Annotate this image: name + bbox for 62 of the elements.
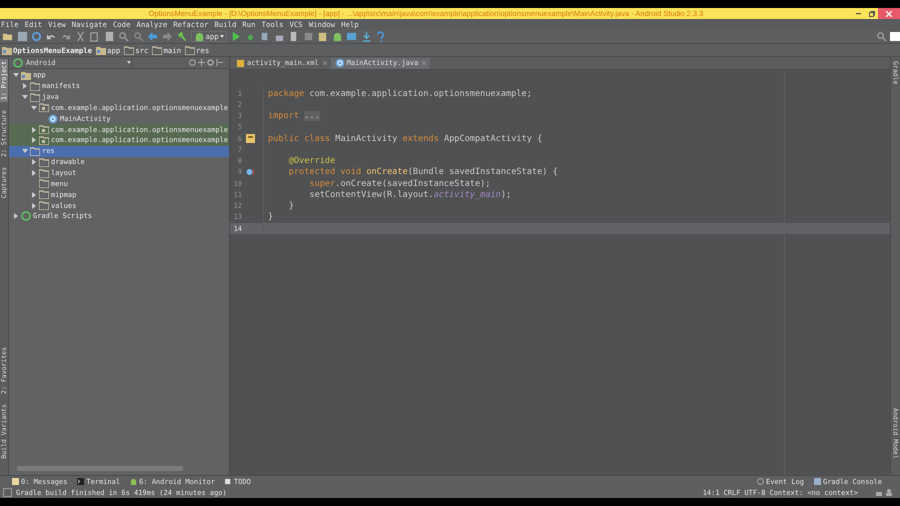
settings-icon[interactable] bbox=[207, 59, 214, 66]
close-icon[interactable] bbox=[322, 61, 327, 65]
minimize-icon bbox=[856, 12, 861, 14]
close-icon bbox=[886, 10, 892, 16]
module-folder-icon bbox=[2, 46, 12, 54]
back-icon[interactable] bbox=[147, 31, 158, 42]
override-gutter-icon[interactable] bbox=[246, 168, 255, 176]
collapsed-arrow-icon[interactable] bbox=[13, 213, 19, 220]
android-icon bbox=[130, 478, 138, 485]
sync-icon[interactable] bbox=[31, 31, 42, 42]
code-line: @Override bbox=[288, 156, 336, 166]
code-line: super.onCreate(savedInstanceState); bbox=[308, 178, 490, 189]
caret-icon bbox=[220, 35, 224, 38]
class-icon bbox=[334, 58, 345, 68]
scrollbar[interactable] bbox=[17, 466, 183, 471]
person-icon[interactable] bbox=[886, 489, 892, 496]
code-line: import ... bbox=[268, 111, 320, 122]
stop-icon[interactable] bbox=[302, 31, 314, 42]
code-line: package com.example.application.optionsmenuexample; bbox=[268, 88, 532, 99]
expanded-arrow-icon[interactable] bbox=[22, 148, 28, 154]
code-line: } bbox=[268, 212, 274, 222]
hide-icon[interactable] bbox=[216, 59, 223, 66]
gradle-icon bbox=[13, 58, 23, 68]
android-icon[interactable] bbox=[332, 31, 343, 42]
search-field[interactable] bbox=[890, 32, 900, 41]
package-icon bbox=[39, 125, 49, 134]
code-line: protected void onCreate(Bundle savedInstanceState) { bbox=[288, 167, 558, 178]
folder-icon bbox=[185, 46, 196, 54]
android-icon[interactable] bbox=[194, 31, 204, 42]
expand-icon[interactable] bbox=[198, 59, 205, 66]
package-icon bbox=[39, 136, 49, 145]
target-icon[interactable] bbox=[189, 59, 196, 66]
panel-toggle-icon[interactable] bbox=[3, 488, 12, 497]
messages-icon bbox=[12, 478, 19, 485]
search-icon[interactable] bbox=[118, 31, 129, 42]
download-icon[interactable] bbox=[360, 31, 372, 42]
module-folder-icon bbox=[21, 70, 31, 80]
module-folder-icon bbox=[96, 46, 106, 54]
package-icon bbox=[39, 103, 49, 112]
speech-bubble-icon bbox=[757, 478, 764, 485]
hammer-icon[interactable] bbox=[176, 31, 187, 42]
expanded-arrow-icon[interactable] bbox=[13, 72, 19, 78]
code-line: public class MainActivity extends AppCompatActivity { bbox=[268, 134, 542, 144]
class-icon bbox=[48, 114, 58, 124]
code-line: } bbox=[288, 201, 294, 212]
forward-icon[interactable] bbox=[162, 31, 172, 42]
close-button[interactable] bbox=[878, 8, 900, 19]
collapsed-arrow-icon[interactable] bbox=[22, 83, 28, 90]
restore-icon bbox=[868, 10, 874, 16]
close-icon[interactable] bbox=[422, 61, 426, 65]
gradle-icon bbox=[21, 211, 31, 222]
folder-icon bbox=[152, 46, 162, 54]
search-icon[interactable] bbox=[876, 31, 886, 42]
copy-icon[interactable] bbox=[89, 31, 100, 42]
replace-icon[interactable] bbox=[132, 31, 144, 42]
class-gutter-icon[interactable] bbox=[246, 134, 255, 144]
terminal-icon bbox=[77, 478, 84, 485]
help-icon[interactable] bbox=[375, 31, 386, 42]
cut-icon[interactable] bbox=[74, 31, 86, 42]
caret-icon bbox=[127, 61, 131, 64]
code-line: setContentView(R.layout.activity_main); bbox=[308, 190, 512, 200]
folder-icon bbox=[124, 46, 134, 54]
